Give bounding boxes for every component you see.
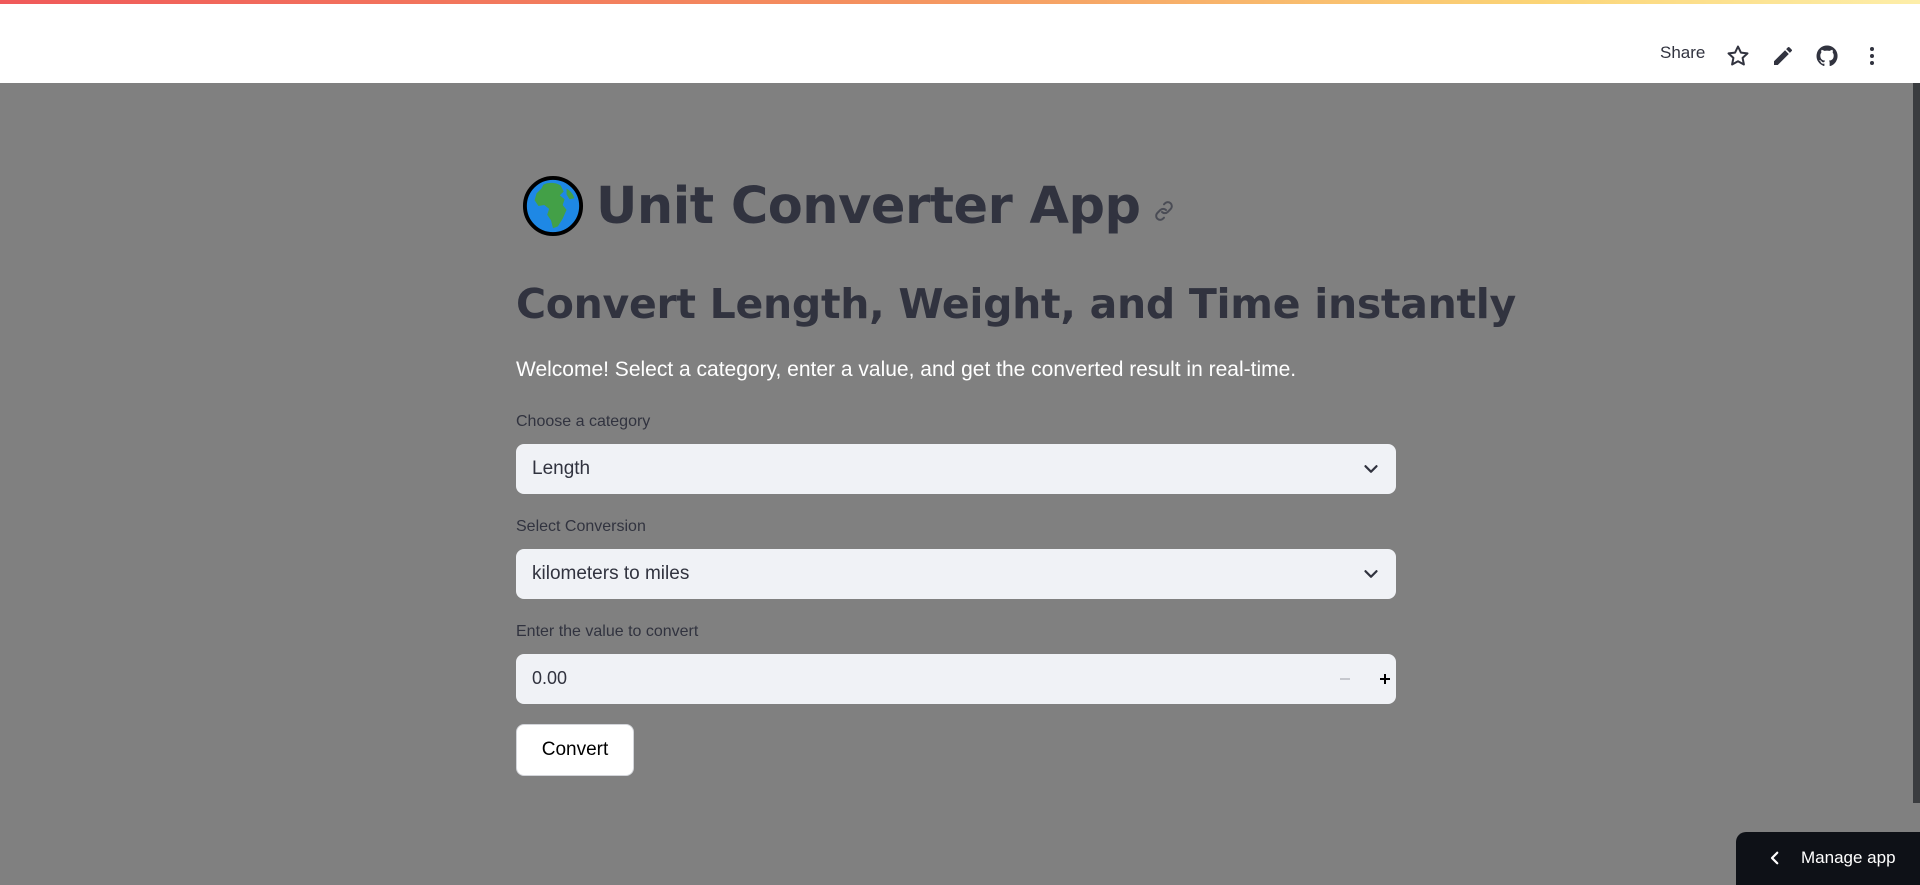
page-title: Unit Converter App <box>596 176 1141 236</box>
category-select[interactable]: Length <box>516 444 1396 494</box>
conversion-value: kilometers to miles <box>532 563 690 584</box>
share-button[interactable]: Share <box>1660 43 1705 63</box>
github-icon[interactable] <box>1815 44 1839 68</box>
plus-icon <box>1380 674 1390 684</box>
value-number-input[interactable]: 0.00 <box>516 654 1396 704</box>
scrollbar[interactable] <box>1913 83 1920 803</box>
category-label: Choose a category <box>516 413 651 430</box>
globe-africa-icon <box>522 175 584 237</box>
main-content: Unit Converter App Convert Length, Weigh… <box>0 83 1920 885</box>
increment-button[interactable] <box>1372 666 1398 692</box>
decrement-button[interactable] <box>1332 666 1358 692</box>
star-icon[interactable] <box>1726 44 1750 68</box>
app-header: Share <box>0 4 1920 83</box>
title-row: Unit Converter App <box>522 171 1176 241</box>
chevron-left-icon <box>1770 851 1779 865</box>
more-vertical-icon[interactable] <box>1860 44 1884 68</box>
chevron-down-icon <box>1364 570 1378 578</box>
minus-icon <box>1340 678 1350 680</box>
conversion-select[interactable]: kilometers to miles <box>516 549 1396 599</box>
conversion-label: Select Conversion <box>516 518 646 535</box>
manage-app-button[interactable]: Manage app <box>1736 832 1920 885</box>
value-input-value[interactable]: 0.00 <box>532 668 567 689</box>
link-icon[interactable] <box>1152 199 1176 223</box>
value-input-label: Enter the value to convert <box>516 623 699 640</box>
pencil-icon[interactable] <box>1771 44 1795 68</box>
manage-app-label: Manage app <box>1801 848 1896 867</box>
chevron-down-icon <box>1364 465 1378 473</box>
convert-button[interactable]: Convert <box>516 724 634 776</box>
welcome-text: Welcome! Select a category, enter a valu… <box>516 358 1297 381</box>
page-subtitle: Convert Length, Weight, and Time instant… <box>516 280 1516 328</box>
category-value: Length <box>532 458 591 479</box>
